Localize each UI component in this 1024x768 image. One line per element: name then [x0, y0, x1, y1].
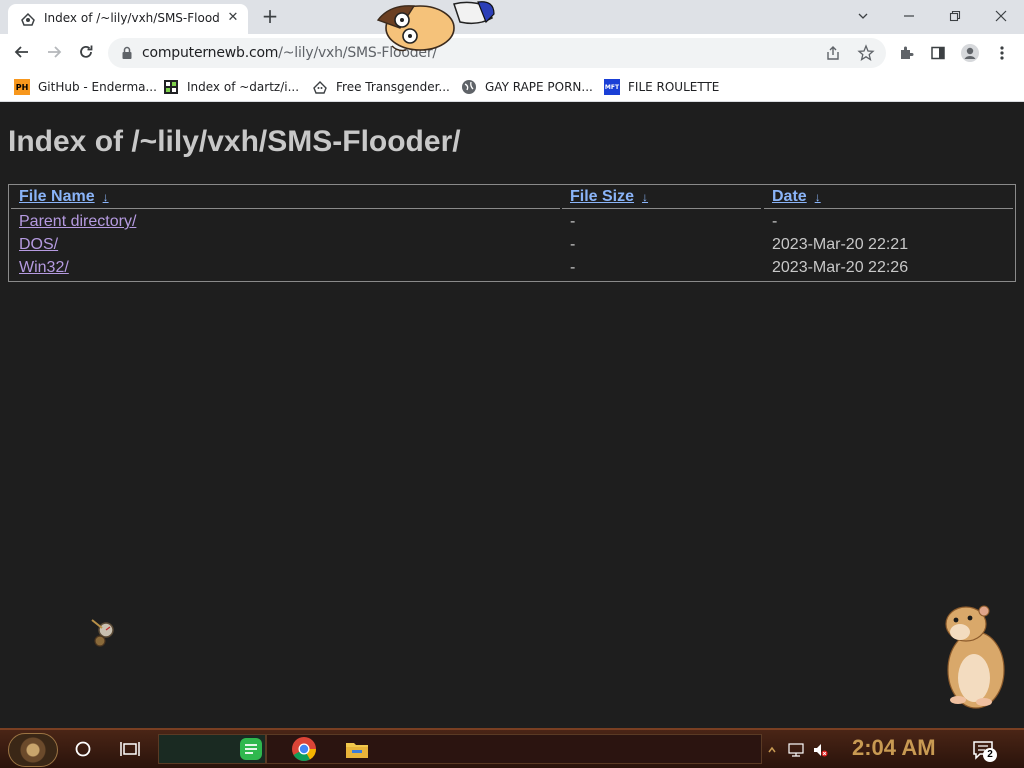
kebab-menu-icon [1000, 46, 1004, 60]
column-header-size[interactable]: File Size ↓ [570, 188, 648, 206]
search-cortana-button[interactable] [72, 738, 94, 760]
arrow-right-icon [48, 46, 62, 58]
puzzle-icon [901, 46, 914, 59]
side-panel-icon [931, 46, 945, 60]
header-divider [764, 208, 1013, 209]
arrow-left-icon [14, 46, 28, 58]
new-tab-button[interactable]: + [258, 5, 282, 29]
tab-strip: Index of /~lily/vxh/SMS-Flooder/ ✕ + [0, 0, 1024, 34]
close-tab-icon[interactable]: ✕ [224, 9, 242, 27]
cortana-circle-icon [75, 741, 91, 757]
date-cell: - [772, 213, 778, 230]
close-window-button[interactable] [978, 2, 1024, 30]
restore-button[interactable] [932, 2, 978, 30]
task-view-icon [120, 742, 140, 756]
directory-listing-table: File Name ↓ File Size ↓ Date ↓ Parent direc… [8, 184, 1016, 282]
avatar-icon [961, 44, 979, 62]
bookmark-label: Index of ~dartz/i... [187, 80, 300, 94]
reload-button[interactable] [72, 38, 100, 66]
dos-folder-link[interactable]: DOS/ [19, 236, 58, 254]
notes-app-icon[interactable] [238, 736, 264, 762]
extensions-button[interactable] [896, 43, 916, 63]
bookmark-star-icon[interactable] [857, 44, 875, 62]
tab-title: Index of /~lily/vxh/SMS-Flooder/ [44, 11, 220, 25]
profile-button[interactable] [960, 43, 980, 63]
hamster-sprite-icon [945, 605, 1005, 709]
share-icon[interactable] [824, 44, 842, 62]
page-title: Index of /~lily/vxh/SMS-Flooder/ [8, 125, 461, 158]
file-explorer-icon[interactable] [344, 736, 370, 762]
bookmark-file-roulette[interactable]: MFT FILE ROULETTE [604, 77, 719, 97]
sort-arrow-icon[interactable]: ↓ [103, 190, 109, 204]
bookmark-github[interactable]: PH GitHub - Enderma... [14, 77, 157, 97]
chrome-icon[interactable] [291, 736, 317, 762]
clock-gear-sprite-icon [91, 619, 114, 647]
tab-search-button[interactable] [840, 2, 886, 30]
menu-button[interactable] [992, 43, 1012, 63]
sort-arrow-icon[interactable]: ↓ [815, 190, 821, 204]
bookmark-label: Free Transgender... [336, 80, 450, 94]
date-cell: 2023-Mar-20 22:21 [772, 236, 909, 253]
active-tab[interactable]: Index of /~lily/vxh/SMS-Flooder/ ✕ [8, 4, 248, 34]
side-panel-button[interactable] [928, 43, 948, 63]
column-header-date[interactable]: Date ↓ [772, 188, 821, 206]
back-button[interactable] [8, 38, 36, 66]
lock-icon[interactable] [120, 46, 134, 60]
browser-toolbar: computernewb.com/~lily/vxh/SMS-Flooder/ [0, 34, 1024, 72]
bookmark-label: GitHub - Enderma... [38, 80, 157, 94]
page-favicon-icon [21, 12, 35, 26]
file-size-cell: - [570, 259, 576, 276]
globe-icon [461, 79, 477, 95]
file-size-cell: - [570, 236, 576, 253]
show-hidden-icons-icon[interactable] [767, 742, 777, 758]
column-header-name[interactable]: File Name ↓ [19, 188, 109, 206]
mft-logo-icon: MFT [604, 79, 620, 95]
grid-icon [163, 79, 179, 95]
cartoon-character-overlay [376, 1, 495, 52]
bookmarks-bar: PH GitHub - Enderma... Index of ~dartz/i… [0, 72, 1024, 102]
face-icon [312, 79, 328, 95]
reload-icon [80, 45, 93, 58]
chevron-down-icon [858, 13, 868, 19]
volume-muted-icon[interactable] [812, 742, 828, 758]
bookmark-index-dartz[interactable]: Index of ~dartz/i... [163, 77, 299, 97]
parent-directory-link[interactable]: Parent directory/ [19, 213, 136, 231]
restore-icon [949, 10, 961, 22]
bookmark-free-transgender[interactable]: Free Transgender... [312, 77, 450, 97]
taskbar-clock[interactable]: 2:04 AM [852, 735, 936, 761]
ph-logo-icon: PH [14, 79, 30, 95]
url-host: computernewb.com [142, 45, 279, 61]
bookmark-label: GAY RAPE PORN... [485, 80, 593, 94]
minimize-icon [904, 15, 914, 17]
address-bar[interactable]: computernewb.com/~lily/vxh/SMS-Flooder/ [108, 38, 886, 68]
start-button[interactable] [8, 733, 58, 767]
win32-folder-link[interactable]: Win32/ [19, 259, 69, 277]
notification-count-badge: 2 [983, 748, 997, 762]
sort-arrow-icon[interactable]: ↓ [642, 190, 648, 204]
file-size-cell: - [570, 213, 576, 230]
network-icon[interactable] [788, 742, 804, 758]
sort-by-name-link[interactable]: File Name [19, 188, 95, 205]
page-viewport: Index of /~lily/vxh/SMS-Flooder/ File Na… [0, 103, 1024, 728]
bookmark-label: FILE ROULETTE [628, 80, 720, 94]
windows-taskbar: 2:04 AM 2 [0, 728, 1024, 768]
task-view-button[interactable] [119, 738, 141, 760]
sort-by-date-link[interactable]: Date [772, 188, 807, 205]
header-divider [11, 208, 560, 209]
taskbar-app-strip [266, 734, 762, 764]
header-divider [562, 208, 761, 209]
sort-by-size-link[interactable]: File Size [570, 188, 634, 205]
forward-button[interactable] [40, 38, 68, 66]
close-icon [995, 10, 1007, 22]
bookmark-fourth[interactable]: GAY RAPE PORN... [461, 77, 593, 97]
date-cell: 2023-Mar-20 22:26 [772, 259, 909, 276]
minimize-button[interactable] [886, 2, 932, 30]
